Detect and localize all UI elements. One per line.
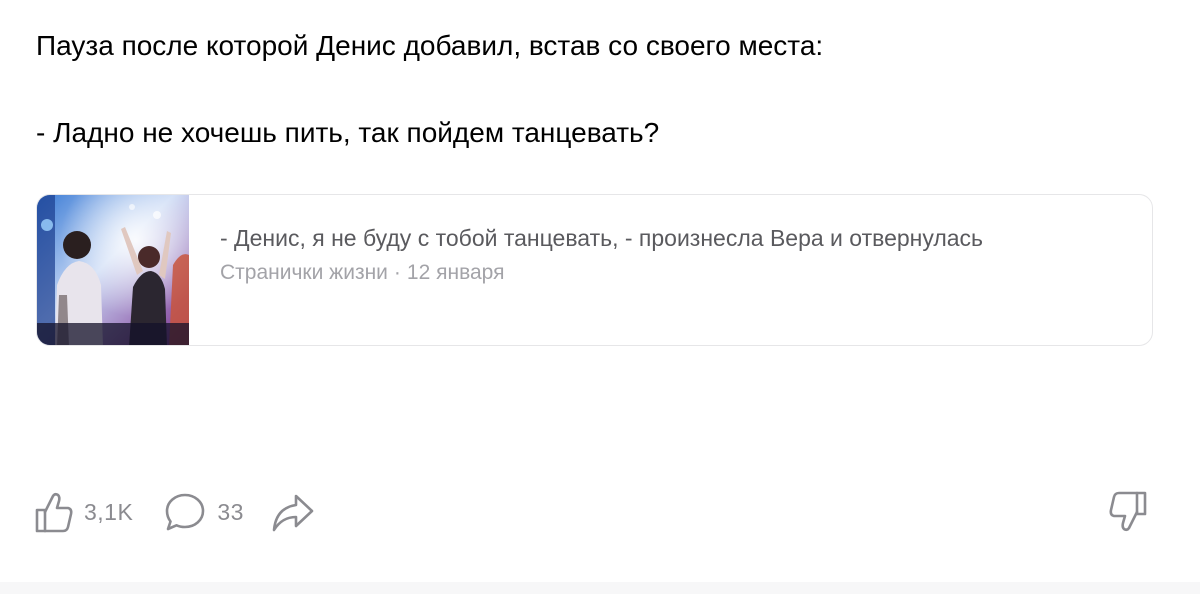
comment-bubble-icon: [163, 490, 207, 534]
card-title[interactable]: - Денис, я не буду с тобой танцевать, - …: [220, 222, 1120, 254]
dislike-button[interactable]: [1108, 490, 1148, 539]
reactions-bar: 3,1K 33: [34, 490, 316, 534]
card-date: 12 января: [406, 261, 505, 284]
comment-button[interactable]: 33: [163, 490, 244, 534]
share-arrow-icon: [270, 490, 316, 534]
thumbs-up-icon: [34, 490, 74, 534]
related-article-card[interactable]: - Денис, я не буду с тобой танцевать, - …: [36, 194, 1153, 346]
like-button[interactable]: 3,1K: [34, 490, 133, 534]
card-body: - Денис, я не буду с тобой танцевать, - …: [220, 222, 1120, 286]
thumbs-down-icon: [1108, 491, 1148, 538]
card-meta: Странички жизни · 12 января: [220, 260, 1120, 286]
like-count: 3,1K: [84, 498, 134, 525]
card-thumbnail-image: [37, 195, 189, 345]
article-paragraph-dialogue: - Ладно не хочешь пить, так пойдем танце…: [36, 117, 660, 148]
comment-count: 33: [217, 498, 244, 525]
meta-separator: ·: [393, 261, 401, 284]
share-button[interactable]: [270, 490, 316, 534]
card-source[interactable]: Странички жизни: [220, 261, 388, 284]
article-paragraph: Пауза после которой Денис добавил, встав…: [36, 30, 824, 61]
bottom-divider: [0, 582, 1200, 594]
